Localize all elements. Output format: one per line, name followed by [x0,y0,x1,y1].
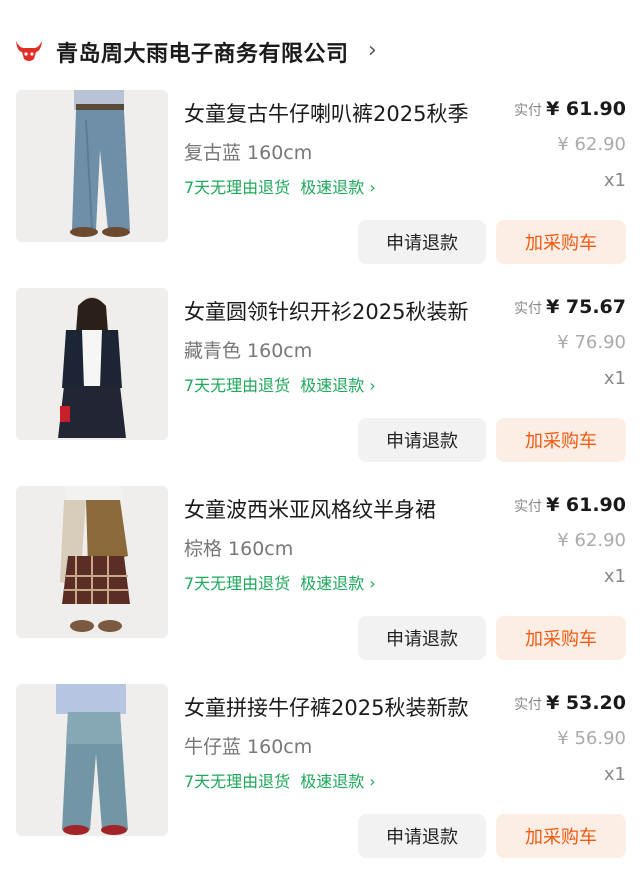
request-refund-button[interactable]: 申请退款 [358,418,486,462]
product-spec: 牛仔蓝 160cm [184,736,313,758]
quantity: x1 [603,368,626,389]
product-image[interactable] [16,288,168,440]
original-price: ¥ 62.90 [557,134,626,155]
original-price: ¥ 56.90 [557,728,626,749]
fast-refund-link[interactable]: 极速退款 › [300,376,376,395]
store-header[interactable]: 青岛周大雨电子商务有限公司 › [0,0,640,90]
order-item[interactable]: 女童波西米亚风格纹半身裙 棕格 160cm 7天无理由退货 极速退款 › 实付 ¥ … [0,486,640,684]
add-to-cart-button[interactable]: 加采购车 [496,220,626,264]
paid-price: 实付 ¥ 61.90 [514,98,626,120]
add-to-cart-button[interactable]: 加采购车 [496,616,626,660]
paid-label: 实付 [514,697,543,713]
service-tags: 7天无理由退货 极速退款 › [184,570,376,594]
original-price: ¥ 76.90 [557,332,626,353]
paid-price: 实付 ¥ 61.90 [514,494,626,516]
product-image[interactable] [16,90,168,242]
return-policy-label: 7天无理由退货 [184,574,291,593]
original-price: ¥ 62.90 [557,530,626,551]
order-item[interactable]: 女童圆领针织开衫2025秋装新 藏青色 160cm 7天无理由退货 极速退款 › … [0,288,640,486]
product-image[interactable] [16,684,168,836]
add-to-cart-button[interactable]: 加采购车 [496,814,626,858]
fast-refund-link[interactable]: 极速退款 › [300,574,376,593]
paid-price: 实付 ¥ 75.67 [514,296,626,318]
service-tags: 7天无理由退货 极速退款 › [184,372,376,396]
quantity: x1 [603,764,626,785]
paid-label: 实付 [514,499,543,515]
order-item[interactable]: 女童复古牛仔喇叭裤2025秋季 复古蓝 160cm 7天无理由退货 极速退款 › … [0,90,640,288]
product-image[interactable] [16,486,168,638]
quantity: x1 [603,170,626,191]
paid-amount: ¥ 75.67 [546,296,626,318]
product-title[interactable]: 女童拼接牛仔裤2025秋装新款 [184,692,498,722]
paid-amount: ¥ 61.90 [546,98,626,120]
service-tags: 7天无理由退货 极速退款 › [184,174,376,198]
fast-refund-link[interactable]: 极速退款 › [300,178,376,197]
paid-label: 实付 [514,301,543,317]
product-title[interactable]: 女童复古牛仔喇叭裤2025秋季 [184,98,498,128]
paid-amount: ¥ 53.20 [546,692,626,714]
fast-refund-link[interactable]: 极速退款 › [300,772,376,791]
store-name[interactable]: 青岛周大雨电子商务有限公司 [56,36,349,68]
request-refund-button[interactable]: 申请退款 [358,616,486,660]
quantity: x1 [603,566,626,587]
product-title[interactable]: 女童波西米亚风格纹半身裙 [184,494,498,524]
request-refund-button[interactable]: 申请退款 [358,220,486,264]
product-title[interactable]: 女童圆领针织开衫2025秋装新 [184,296,498,326]
paid-amount: ¥ 61.90 [546,494,626,516]
bull-head-icon [14,39,44,63]
order-item[interactable]: 女童拼接牛仔裤2025秋装新款 牛仔蓝 160cm 7天无理由退货 极速退款 › … [0,684,640,882]
add-to-cart-button[interactable]: 加采购车 [496,418,626,462]
product-spec: 藏青色 160cm [184,340,313,362]
return-policy-label: 7天无理由退货 [184,772,291,791]
return-policy-label: 7天无理由退货 [184,376,291,395]
chevron-right-icon[interactable]: › [368,38,377,63]
return-policy-label: 7天无理由退货 [184,178,291,197]
product-spec: 棕格 160cm [184,538,294,560]
paid-label: 实付 [514,103,543,119]
product-spec: 复古蓝 160cm [184,142,313,164]
request-refund-button[interactable]: 申请退款 [358,814,486,858]
paid-price: 实付 ¥ 53.20 [514,692,626,714]
service-tags: 7天无理由退货 极速退款 › [184,768,376,792]
